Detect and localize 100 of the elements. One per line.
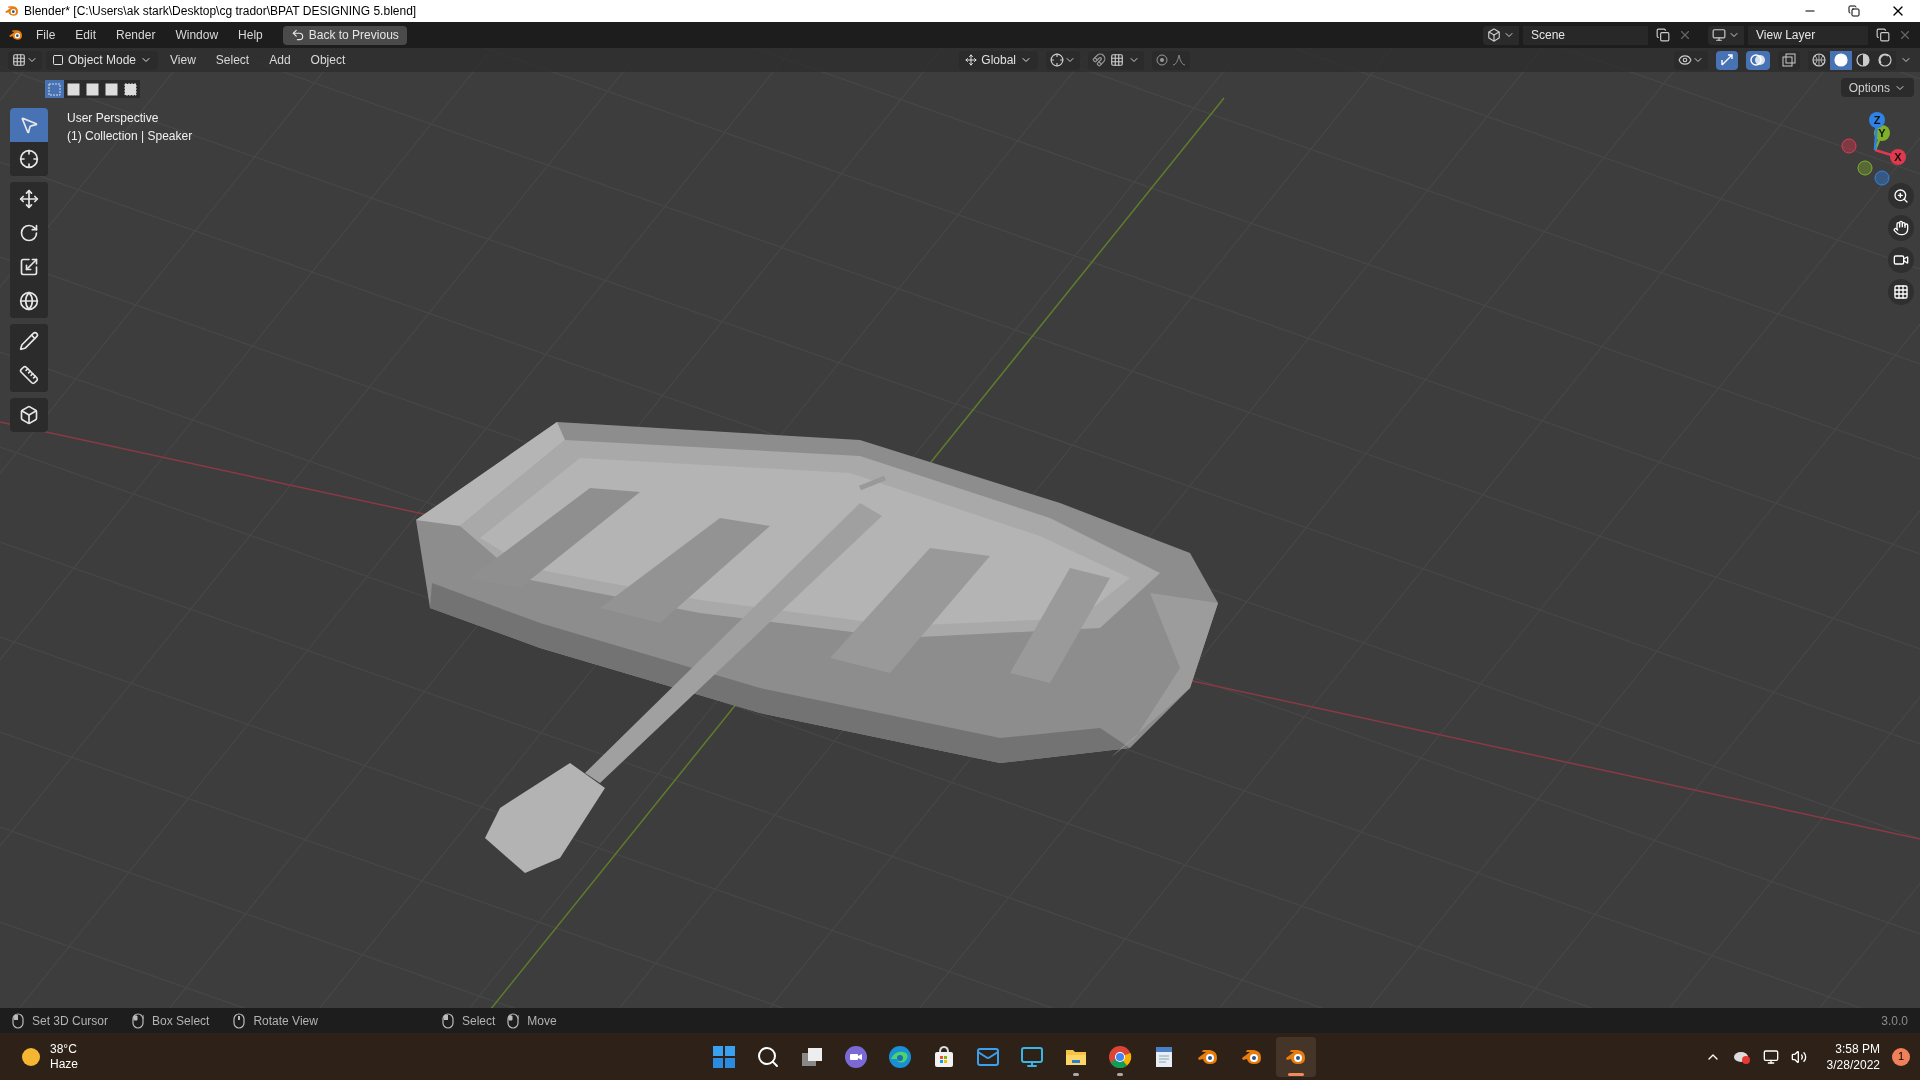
status-hint: Set 3D Cursor [32, 1012, 109, 1030]
clock-date: 3/28/2022 [1826, 1056, 1880, 1073]
version-text: 3.0.0 [1881, 1012, 1908, 1030]
grid-icon [1110, 53, 1124, 67]
pencil-icon [19, 331, 39, 351]
zoom-icon [1893, 188, 1909, 204]
transform-icon [19, 291, 39, 311]
menu-item[interactable]: Select [207, 51, 258, 69]
mode-dropdown[interactable]: Object Mode [46, 50, 159, 70]
editor-type-button[interactable] [8, 50, 42, 70]
running-indicator [1288, 1072, 1304, 1076]
window-title: Blender* [C:\Users\ak stark\Desktop\cg trador\BPAT DESIGNING 5.blend] [24, 3, 417, 20]
view-layer-field[interactable]: View Layer [1748, 25, 1868, 45]
select-mode-button[interactable] [121, 80, 140, 98]
gizmo-toggle[interactable] [1716, 50, 1738, 70]
view-layer-selector[interactable] [1708, 25, 1744, 45]
video-chat-icon [844, 1044, 868, 1069]
pivot-button[interactable] [1046, 50, 1080, 70]
cursor-icon [19, 149, 39, 169]
back-icon [290, 28, 305, 42]
search-icon [756, 1044, 780, 1069]
menu-item[interactable]: Edit [67, 26, 105, 44]
mouse-icon [507, 1012, 520, 1029]
eye-icon [1678, 53, 1692, 67]
mouse-icon [233, 1012, 246, 1029]
grid-icon [1893, 284, 1909, 300]
xray-toggle[interactable] [1778, 50, 1800, 70]
shading-sphere-icon [1834, 53, 1848, 67]
duplicate-icon[interactable] [1656, 28, 1670, 42]
restore-icon [1848, 5, 1860, 17]
overlays-toggle[interactable] [1746, 50, 1770, 70]
axis-handle[interactable] [1869, 112, 1885, 151]
running-indicator [1117, 1072, 1123, 1076]
selection-squares-icon [48, 82, 61, 96]
snap-button[interactable] [1088, 50, 1144, 70]
menu-item[interactable]: Object [302, 51, 354, 69]
menu-item[interactable]: File [28, 26, 64, 44]
shading-button[interactable] [1830, 50, 1852, 70]
menu-item[interactable]: Window [167, 26, 227, 44]
select-mode-button[interactable] [64, 80, 83, 98]
rotate-icon [19, 223, 39, 243]
status-hint: Select [462, 1012, 496, 1030]
axis-handle[interactable] [1874, 148, 1906, 165]
layers-icon [1712, 28, 1726, 42]
blender-logo-icon [8, 27, 24, 43]
menu-item[interactable]: Render [108, 26, 164, 44]
status-hint: Rotate View [253, 1012, 318, 1030]
negative-axis-handle[interactable] [1874, 170, 1890, 186]
scene-field[interactable]: Scene [1523, 25, 1648, 45]
selection-squares-icon [86, 82, 99, 96]
network-icon[interactable] [1762, 1048, 1779, 1065]
selection-squares-icon [105, 82, 118, 96]
mouse-icon [12, 1012, 24, 1029]
shading-sphere-icon [1856, 53, 1870, 67]
shading-button[interactable] [1874, 50, 1896, 70]
menu-item[interactable]: Add [261, 51, 299, 69]
selection-squares-icon [124, 82, 137, 96]
volume-icon[interactable] [1790, 1048, 1807, 1065]
cube-icon [19, 405, 39, 425]
shading-button[interactable] [1808, 50, 1830, 70]
falloff-curve-icon [1172, 54, 1186, 66]
visibility-button[interactable] [1674, 50, 1708, 70]
delete-icon[interactable] [1678, 28, 1692, 42]
delete-icon[interactable] [1898, 28, 1912, 42]
select-box-icon [19, 115, 39, 135]
mouse-icon [442, 1012, 454, 1029]
select-mode-button[interactable] [83, 80, 102, 98]
scene-selector[interactable] [1483, 25, 1519, 45]
hand-icon [1893, 220, 1909, 236]
shading-sphere-icon [1878, 53, 1892, 67]
xray-squares-icon [1782, 53, 1796, 67]
shading-sphere-icon [1812, 53, 1826, 67]
shopping-bag-icon [932, 1044, 956, 1069]
negative-axis-handle[interactable] [1857, 160, 1873, 176]
duplicate-icon[interactable] [1876, 28, 1890, 42]
viewport-info-text: (1) Collection | Speaker [67, 128, 193, 145]
overlapping-circles-icon [1750, 53, 1766, 67]
weather-condition-text: Haze [50, 1056, 78, 1072]
shading-button[interactable] [1852, 50, 1874, 70]
monitor-icon [1020, 1044, 1044, 1069]
mouse-icon [132, 1012, 145, 1029]
camera-icon [1893, 252, 1909, 268]
axis-label: Z [1873, 114, 1881, 126]
proportional-edit-button[interactable] [1152, 50, 1190, 70]
ruler-icon [19, 365, 39, 385]
scale-icon [19, 257, 39, 277]
notification-badge[interactable]: 1 [1892, 1047, 1910, 1066]
select-mode-button[interactable] [102, 80, 121, 98]
back-to-previous-button[interactable]: Back to Previous [282, 25, 407, 45]
move-icon [19, 189, 39, 209]
negative-axis-handle[interactable] [1841, 138, 1857, 154]
orientation-dropdown[interactable]: Global [959, 50, 1038, 70]
taskbar-button[interactable] [1276, 1036, 1316, 1077]
viewport-info-text: User Perspective [67, 110, 160, 127]
options-button[interactable]: Options [1840, 78, 1914, 97]
menu-item[interactable]: View [162, 51, 204, 69]
axis-arrows-icon [1720, 53, 1734, 67]
axis-label: X [1894, 151, 1902, 163]
temperature-text: 38°C [50, 1041, 78, 1057]
menu-item[interactable]: Help [230, 26, 271, 44]
